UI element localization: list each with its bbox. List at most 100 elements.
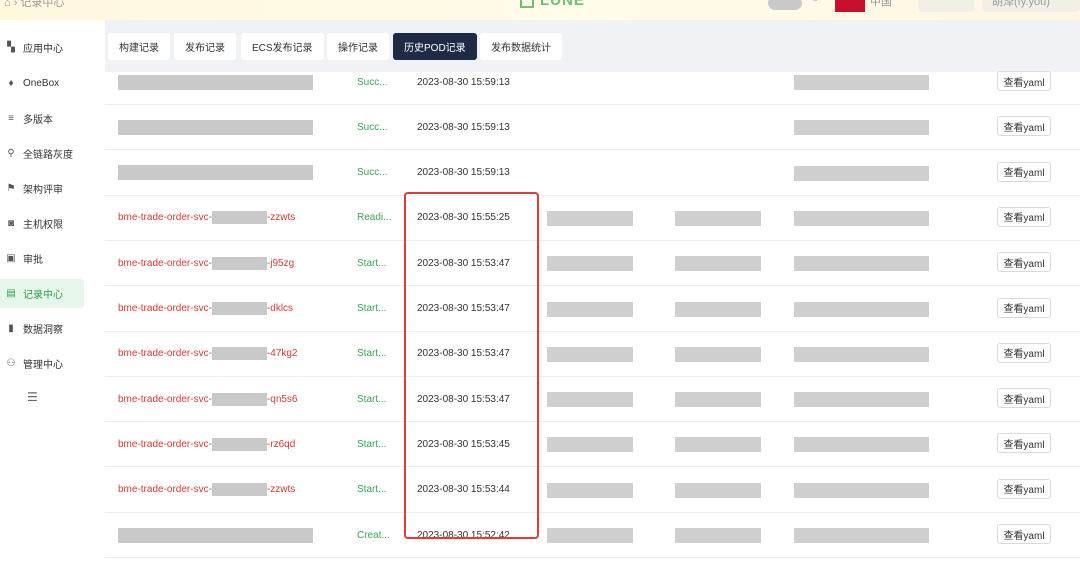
env-switcher[interactable] [918,0,974,12]
redacted-block [675,437,761,453]
pod-name[interactable] [118,60,313,104]
pod-name[interactable] [118,513,313,557]
pod-name-suffix: -zzwts [266,212,296,224]
redacted-block [547,301,633,317]
redacted-block [794,528,929,543]
view-yaml-button[interactable]: 查看yaml [997,116,1051,137]
redacted-block [794,165,929,181]
branch-icon: ⚲ [7,148,15,159]
user-name: 胡泽(fy.you) [992,0,1050,8]
table-row: bme-trade-order-svc- -zzwts Start... 2023-0… [105,468,1080,513]
pod-name[interactable]: bme-trade-order-svc- -dklcs [118,287,293,331]
sidebar-item-data-insight[interactable]: ▮ 数据洞察 [0,314,84,343]
view-yaml-button[interactable]: 查看yaml [997,71,1051,91]
redacted-block [118,119,313,135]
table-row: Succ... 2023-08-30 15:59:13 查看yaml [105,151,1080,196]
pod-time: 2023-08-30 15:59:13 [417,76,510,88]
redacted-block [211,302,267,315]
redacted-block [675,482,761,498]
pod-name-prefix: bme-trade-order-svc- [118,393,212,405]
pod-name-suffix: -dklcs [266,303,294,314]
table-row: bme-trade-order-svc- -47kg2 Start... 2023-0… [105,332,1080,377]
pod-time: 2023-08-30 15:53:45 [417,438,510,450]
tab-ecs-release-records[interactable]: ECS发布记录 [241,33,324,60]
sidebar-item-full-link-gray[interactable]: ⚲ 全链路灰度 [0,139,84,168]
logo-mark-icon [520,0,534,9]
region-flag-icon[interactable] [835,0,865,12]
sidebar-item-record-center[interactable]: ▤ 记录中心 [0,279,84,308]
redacted-block [211,437,267,451]
pod-time: 2023-08-30 15:59:13 [417,121,510,133]
redacted-block [794,482,929,498]
view-yaml-button[interactable]: 查看yaml [997,297,1051,318]
pod-status: Succ... [357,167,388,179]
sidebar-item-admin-center[interactable]: ⚇ 管理中心 [0,349,84,378]
sidebar-item-approval[interactable]: ▣ 审批 [0,244,84,273]
pod-status: Start... [357,303,387,314]
view-yaml-button[interactable]: 查看yaml [997,433,1051,454]
sidebar-item-label: 多版本 [23,115,53,126]
sidebar: ▚ 应用中心 ♦ OneBox ≡ 多版本 ⚲ 全链路灰度 ⚑ 架构评审 ◙ 主… [0,20,105,585]
view-yaml-button[interactable]: 查看yaml [997,206,1051,227]
redacted-block [794,256,929,272]
redacted-block [118,527,313,543]
redacted-block [675,392,761,408]
pod-name-prefix: bme-trade-order-svc- [118,303,212,314]
redacted-block [675,346,761,362]
tab-history-pod-records[interactable]: 历史POD记录 [393,33,477,60]
pod-name[interactable]: bme-trade-order-svc- -zzwts [118,468,295,512]
sidebar-item-host-permission[interactable]: ◙ 主机权限 [0,209,84,238]
pod-name[interactable]: bme-trade-order-svc- -47kg2 [118,332,298,376]
redacted-block [794,120,929,136]
view-yaml-button[interactable]: 查看yaml [997,252,1051,273]
pod-status: Start... [357,393,387,405]
pod-time: 2023-08-30 15:53:44 [417,484,510,496]
redacted-block [118,165,313,181]
redacted-block [211,256,267,270]
redacted-block [547,482,633,498]
pin-icon: ♦ [8,78,14,89]
tab-release-stats[interactable]: 发布数据统计 [480,33,562,60]
pod-name[interactable] [118,105,313,149]
help-icon[interactable]: ○ [812,0,819,5]
pod-name[interactable]: bme-trade-order-svc- -zzwts [118,196,295,240]
breadcrumb[interactable]: ⌂ › 记录中心 [4,0,64,10]
sidebar-item-arch-review[interactable]: ⚑ 架构评审 [0,174,84,203]
pod-name[interactable]: bme-trade-order-svc- -rz6qd [118,422,295,466]
redacted-block [675,301,761,317]
view-yaml-button[interactable]: 查看yaml [997,388,1051,409]
redacted-block [794,301,929,317]
view-yaml-button[interactable]: 查看yaml [997,342,1051,363]
pod-name[interactable]: bme-trade-order-svc- -j95zg [118,241,294,285]
pod-status: Start... [357,438,387,450]
redacted-block [675,256,761,272]
pod-name[interactable] [118,151,313,195]
pod-name-suffix: -j95zg [266,257,295,269]
pod-status: Succ... [357,121,388,133]
redacted-block [211,211,267,225]
pod-name-prefix: bme-trade-order-svc- [118,438,212,450]
approve-icon: ▣ [6,253,16,264]
sidebar-item-app-center[interactable]: ▚ 应用中心 [0,33,84,62]
view-yaml-button[interactable]: 查看yaml [997,161,1051,182]
pod-name-prefix: bme-trade-order-svc- [118,348,212,360]
table-row: Succ... 2023-08-30 15:59:13 查看yaml [105,60,1080,105]
sidebar-item-onebox[interactable]: ♦ OneBox [0,69,84,98]
tab-release-records[interactable]: 发布记录 [174,33,236,60]
tab-build-records[interactable]: 构建记录 [108,33,170,60]
sidebar-item-multi-version[interactable]: ≡ 多版本 [0,104,84,133]
view-yaml-button[interactable]: 查看yaml [997,524,1051,544]
region-label[interactable]: 中国 [870,0,892,9]
pod-name[interactable]: bme-trade-order-svc- -qn5s6 [118,377,298,421]
table-row: bme-trade-order-svc- -zzwts Readi... 2023-0… [105,196,1080,241]
collapse-menu-icon[interactable]: ☰ [27,390,38,404]
tab-operation-records[interactable]: 操作记录 [327,33,389,60]
view-yaml-button[interactable]: 查看yaml [997,478,1051,499]
redacted-block [118,74,313,90]
toggle-switch[interactable] [768,0,802,10]
pod-status: Creat... [357,529,390,541]
pod-status: Start... [357,257,387,269]
pod-time: 2023-08-30 15:55:25 [417,212,510,224]
redacted-block [547,210,633,226]
logo-text: LUNE [540,0,585,9]
